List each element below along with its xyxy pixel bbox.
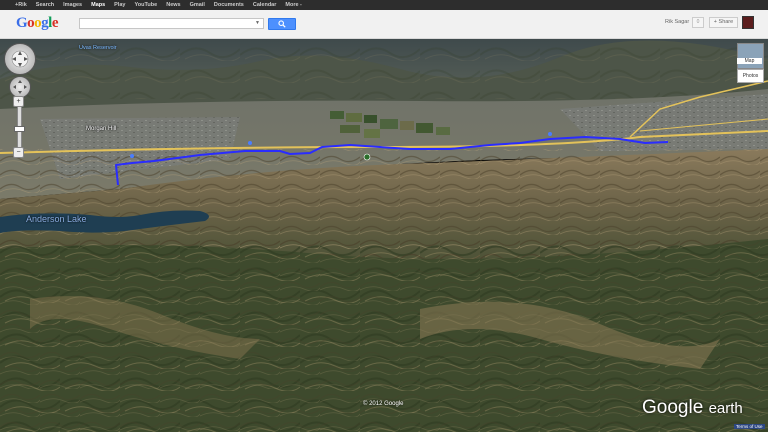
copyright-text: © 2012 Google	[363, 401, 404, 407]
search-input[interactable]: ▼	[79, 18, 264, 29]
highway-shield-icon	[363, 153, 371, 161]
zoom-out-button[interactable]: −	[13, 147, 24, 158]
nav-search[interactable]: Search	[36, 0, 54, 10]
terrain-view	[0, 39, 768, 432]
google-logo[interactable]: Google	[16, 15, 59, 32]
nav-calendar[interactable]: Calendar	[253, 0, 277, 10]
maps-header: Google ▼ Rik Sagar 0 + Share	[0, 10, 768, 39]
waypoint-marker[interactable]	[248, 141, 252, 145]
nav-youtube[interactable]: YouTube	[135, 0, 158, 10]
nav-gmail[interactable]: Gmail	[190, 0, 205, 10]
town-label[interactable]: Morgan Hill	[86, 126, 116, 132]
share-button[interactable]: + Share	[709, 17, 738, 28]
nav-more[interactable]: More -	[285, 0, 302, 10]
zoom-slider-thumb[interactable]	[14, 126, 25, 132]
photos-button[interactable]: Photos	[737, 69, 764, 83]
look-around-control[interactable]	[4, 43, 36, 75]
google-earth-logo: Google earth	[642, 397, 743, 418]
reservoir-label[interactable]: Uvas Reservoir	[79, 45, 117, 51]
waypoint-marker[interactable]	[130, 154, 134, 158]
map-toggle-label[interactable]: Map	[737, 58, 762, 64]
nav-profile[interactable]: +Rik	[15, 0, 27, 10]
nav-images[interactable]: Images	[63, 0, 82, 10]
move-control[interactable]	[9, 76, 31, 98]
lake-label[interactable]: Anderson Lake	[26, 214, 87, 224]
dropdown-caret-icon[interactable]: ▼	[255, 19, 260, 28]
nav-play[interactable]: Play	[114, 0, 125, 10]
map-type-toggle[interactable]	[737, 43, 764, 69]
pan-arrows-icon	[13, 80, 27, 94]
nav-news[interactable]: News	[166, 0, 180, 10]
search-icon	[278, 20, 286, 28]
nav-documents[interactable]: Documents	[214, 0, 244, 10]
search-button[interactable]	[268, 18, 296, 30]
terms-link[interactable]: Terms of Use	[734, 424, 765, 429]
compass-icon	[11, 50, 29, 68]
waypoint-marker[interactable]	[548, 132, 552, 136]
earth-map-view[interactable]: Uvas Reservoir Morgan Hill Anderson Lake…	[0, 39, 768, 432]
google-top-nav: +Rik Search Images Maps Play YouTube New…	[0, 0, 768, 10]
user-name[interactable]: Rik Sagar	[665, 19, 689, 25]
notification-count[interactable]: 0	[692, 17, 704, 28]
avatar[interactable]	[742, 16, 754, 29]
nav-maps[interactable]: Maps	[91, 0, 105, 10]
